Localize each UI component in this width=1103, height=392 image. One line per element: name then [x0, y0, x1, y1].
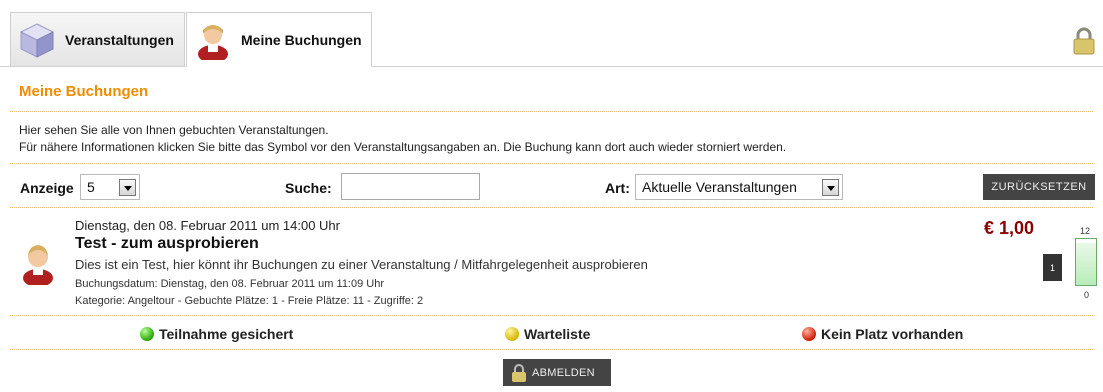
divider: [10, 163, 1093, 164]
lock-icon[interactable]: [1073, 27, 1095, 55]
intro-line-2: Für nähere Informationen klicken Sie bit…: [19, 140, 787, 154]
capacity-bar-fill: [1076, 242, 1096, 285]
user-avatar-icon: [198, 24, 228, 60]
tab-veranstaltungen[interactable]: Veranstaltungen: [10, 12, 185, 67]
anzeige-select-value: 5: [87, 179, 95, 195]
anzeige-label: Anzeige: [20, 180, 74, 196]
booking-details-icon[interactable]: [20, 241, 56, 285]
cube-icon: [19, 23, 55, 58]
legend-label-secured: Teilnahme gesichert: [159, 326, 294, 342]
chevron-down-icon: [119, 179, 136, 196]
divider: [10, 349, 1093, 350]
booking-date: Buchungsdatum: Dienstag, den 08. Februar…: [75, 278, 385, 290]
chevron-down-icon: [822, 179, 839, 196]
red-status-icon: [802, 327, 816, 341]
tab-divider: [0, 66, 1103, 67]
anzeige-select[interactable]: 5: [80, 174, 140, 200]
reset-button[interactable]: ZURÜCKSETZEN: [983, 174, 1095, 200]
booked-count-badge: 1: [1043, 254, 1062, 281]
legend-label-full: Kein Platz vorhanden: [821, 326, 964, 342]
search-input[interactable]: [341, 173, 480, 200]
divider: [10, 207, 1093, 208]
art-label: Art:: [605, 180, 630, 196]
event-title[interactable]: Test - zum ausprobieren: [75, 235, 259, 253]
tab-meine-buchungen-label: Meine Buchungen: [241, 31, 362, 48]
capacity-bar: [1075, 238, 1097, 286]
divider: [10, 111, 1093, 112]
event-meta: Kategorie: Angeltour - Gebuchte Plätze: …: [75, 295, 424, 307]
legend-item-secured: Teilnahme gesichert: [140, 326, 293, 342]
abmelden-label: ABMELDEN: [532, 366, 595, 379]
event-price: € 1,00: [984, 218, 1035, 238]
tab-bar: Veranstaltungen Meine Buchungen: [0, 0, 1103, 67]
legend-item-waitlist: Warteliste: [505, 326, 590, 342]
art-select-value: Aktuelle Veranstaltungen: [642, 179, 797, 195]
event-date: Dienstag, den 08. Februar 2011 um 14:00 …: [75, 218, 340, 233]
yellow-status-icon: [505, 327, 519, 341]
legend-item-full: Kein Platz vorhanden: [802, 326, 963, 342]
lock-icon: [512, 363, 526, 382]
event-description: Dies ist ein Test, hier könnt ihr Buchun…: [75, 257, 648, 272]
page-title: Meine Buchungen: [19, 83, 149, 100]
green-status-icon: [140, 327, 154, 341]
legend-label-waitlist: Warteliste: [524, 326, 591, 342]
tab-meine-buchungen[interactable]: Meine Buchungen: [186, 12, 372, 67]
divider: [10, 315, 1093, 316]
capacity-min-label: 0: [1084, 290, 1090, 300]
capacity-max-label: 12: [1080, 226, 1091, 236]
tab-veranstaltungen-label: Veranstaltungen: [65, 32, 174, 48]
suche-label: Suche:: [285, 180, 332, 196]
abmelden-button[interactable]: ABMELDEN: [503, 359, 611, 386]
intro-line-1: Hier sehen Sie alle von Ihnen gebuchten …: [19, 123, 329, 137]
art-select[interactable]: Aktuelle Veranstaltungen: [635, 174, 843, 200]
intro-text: Hier sehen Sie alle von Ihnen gebuchten …: [19, 122, 1089, 156]
